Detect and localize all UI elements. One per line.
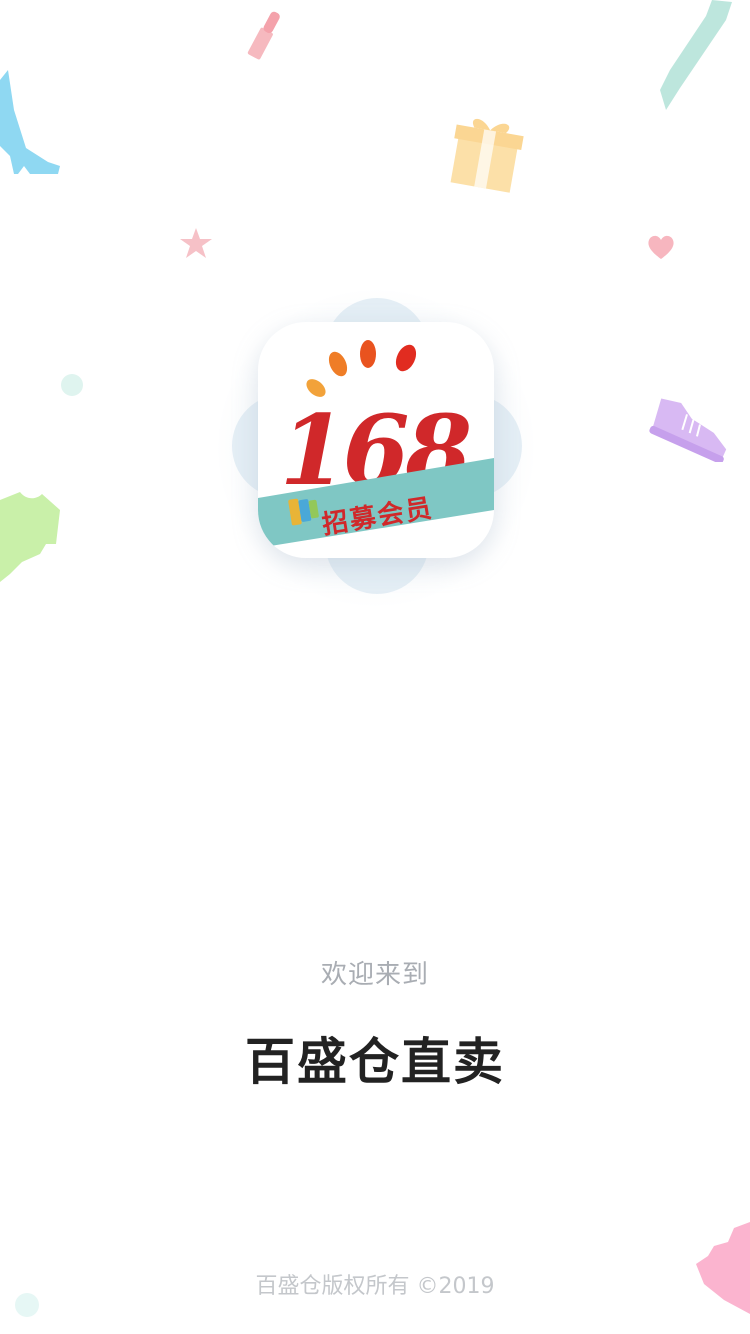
app-logo: 168 招募会员 <box>218 290 534 606</box>
tshirt-icon <box>0 492 60 582</box>
logo-graphic: 168 招募会员 <box>258 340 494 548</box>
welcome-text: 欢迎来到 <box>320 960 429 990</box>
copyright-text: 百盛仓版权所有 ©2019 <box>255 1274 495 1299</box>
sneaker-icon <box>649 398 727 462</box>
logo-ray <box>360 340 376 368</box>
lipstick-icon <box>247 11 280 60</box>
heart-icon <box>648 235 674 259</box>
gift-box-icon <box>450 118 524 193</box>
splash-screen: 168 招募会员 欢迎来到 百盛仓直卖 百盛仓版权所有 ©2019 <box>0 0 750 1334</box>
star-icon <box>180 228 212 258</box>
logo-ray <box>395 344 417 372</box>
high-heel-boot-icon <box>0 70 60 174</box>
app-name: 百盛仓直卖 <box>245 1033 505 1091</box>
necktie-icon <box>660 0 732 110</box>
dot-icon <box>61 374 83 396</box>
app-icon-card: 168 招募会员 <box>258 322 494 558</box>
logo-ray <box>328 351 348 377</box>
